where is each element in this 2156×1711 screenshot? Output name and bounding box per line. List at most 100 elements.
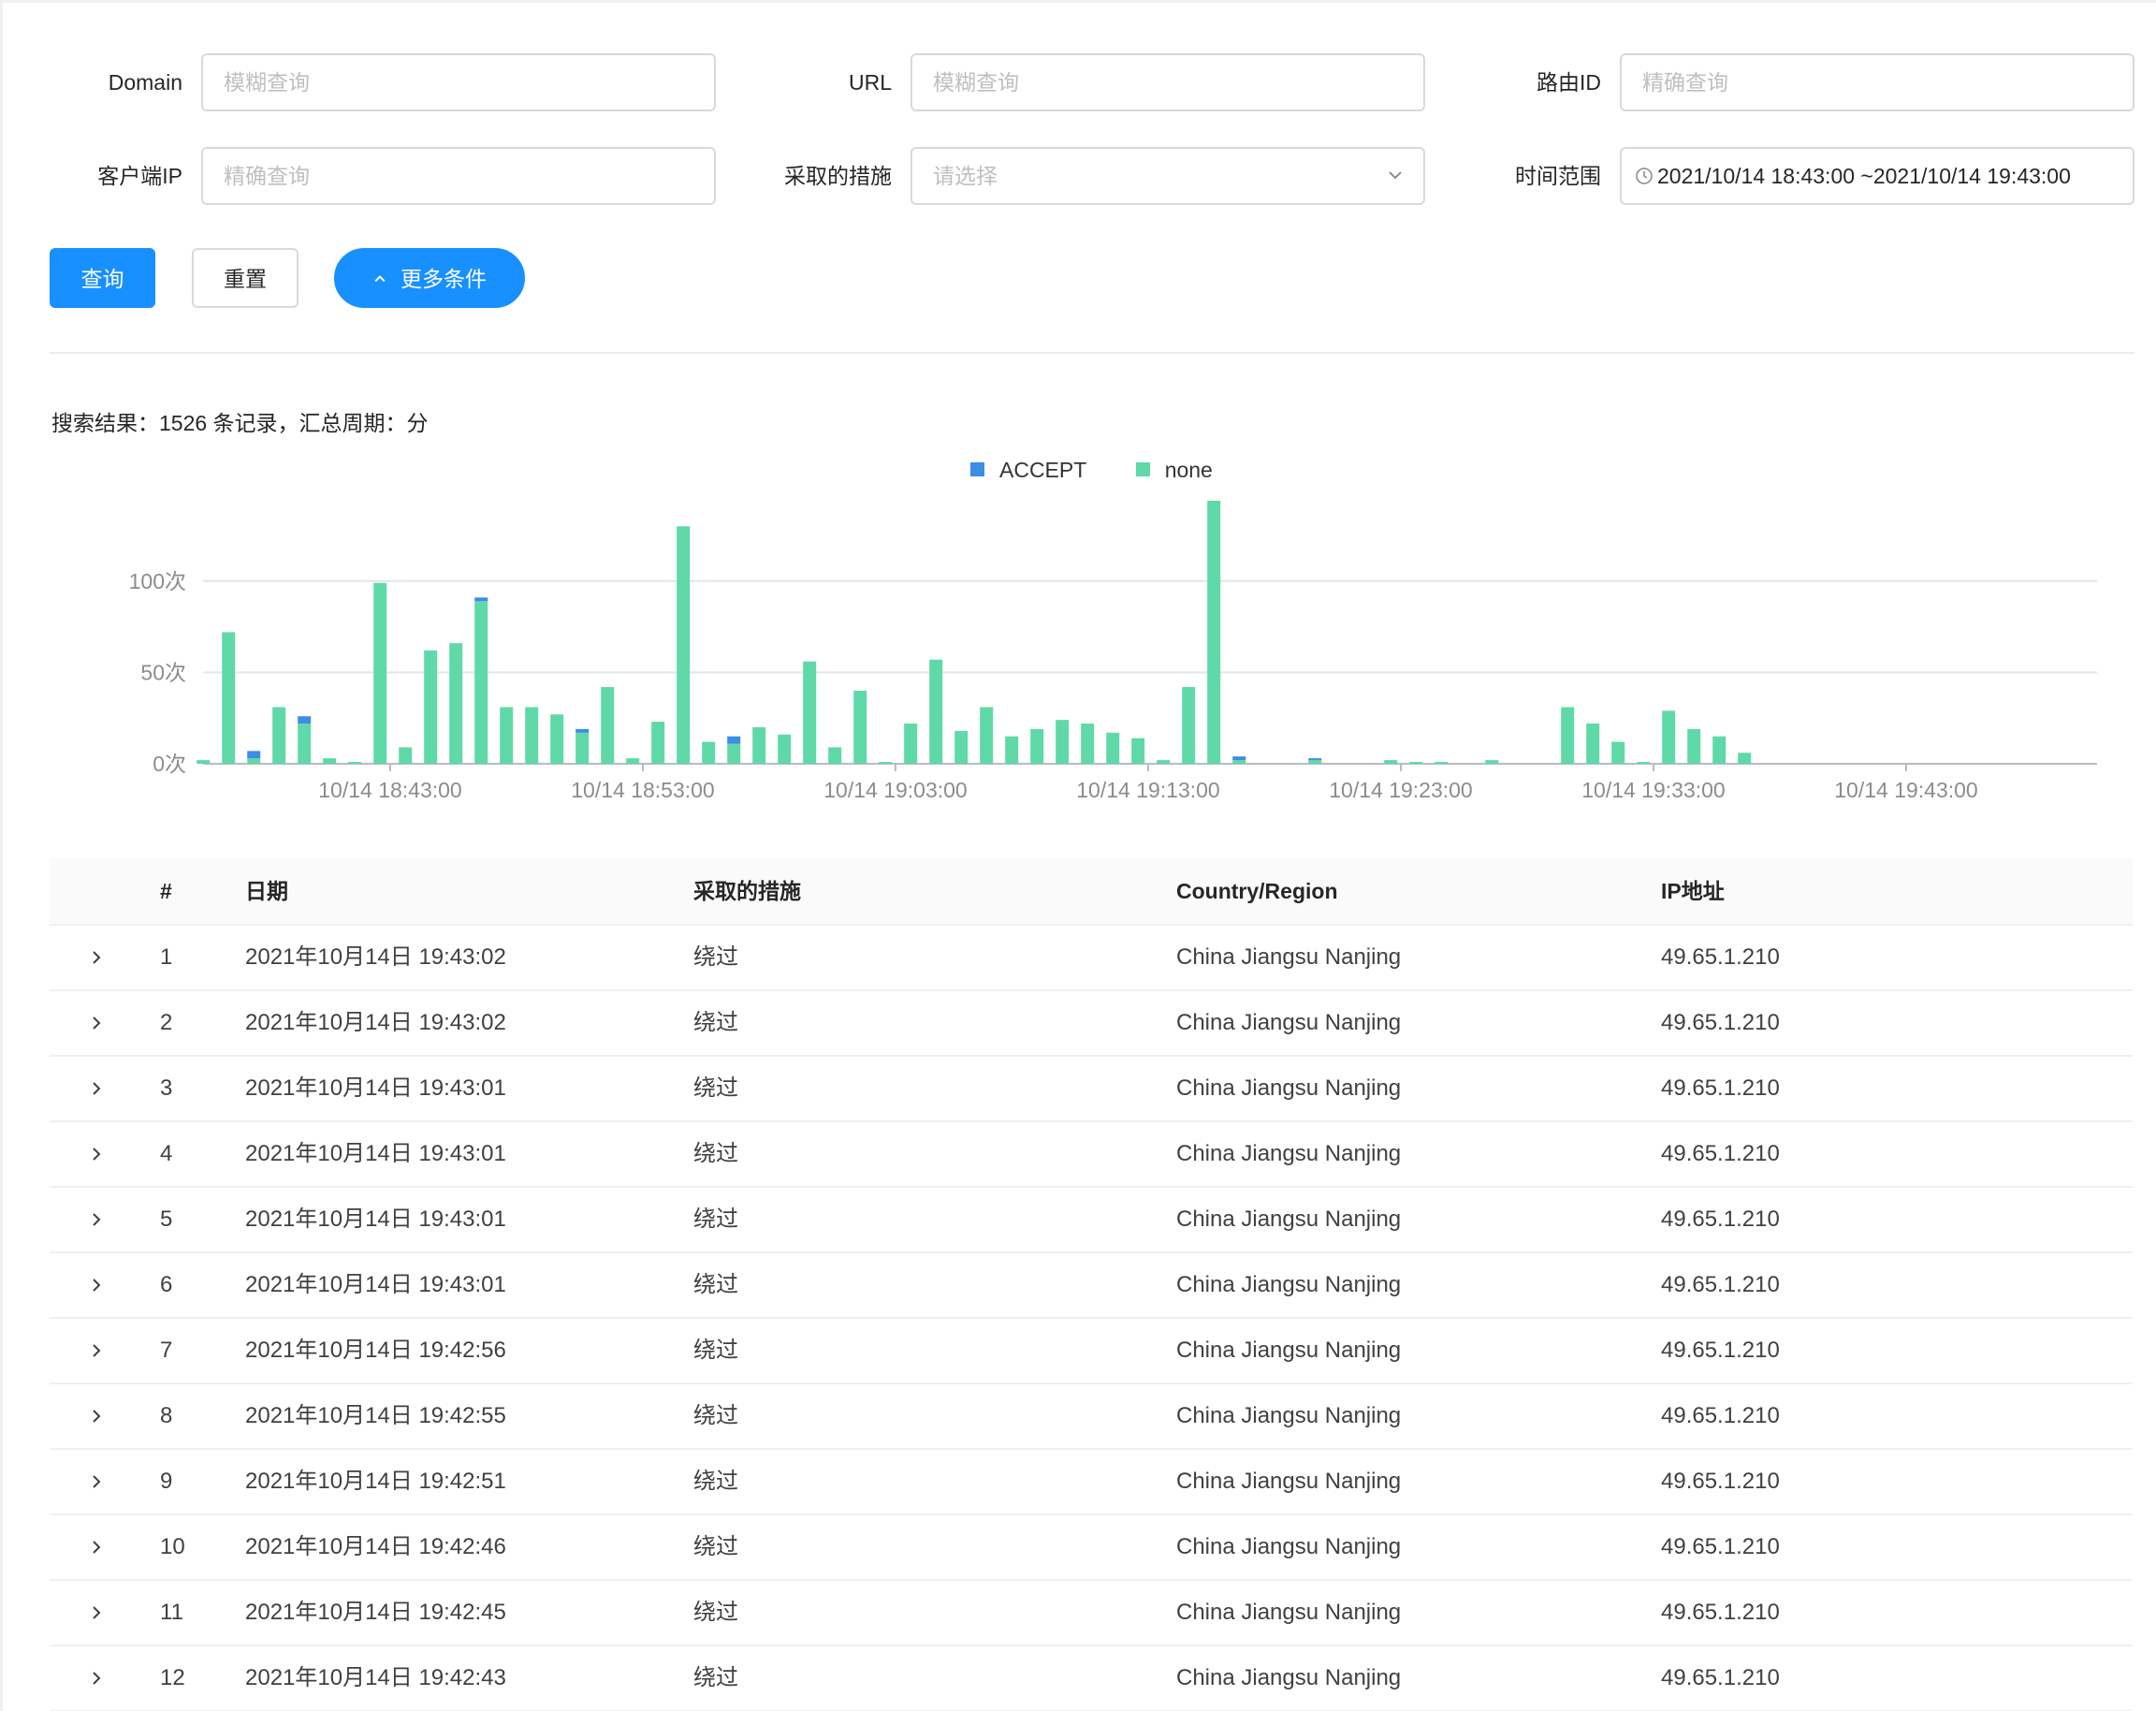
bar-accept[interactable] <box>298 716 312 724</box>
bar-none[interactable] <box>348 762 362 764</box>
bar-accept[interactable] <box>1232 756 1246 761</box>
bar-none[interactable] <box>399 747 413 764</box>
bar-none[interactable] <box>449 643 463 764</box>
bar-none[interactable] <box>778 734 792 764</box>
chevron-right-icon[interactable] <box>87 1407 106 1426</box>
bar-none[interactable] <box>677 526 691 764</box>
bar-none[interactable] <box>651 722 665 764</box>
url-input[interactable]: 模糊查询 <box>910 53 1425 111</box>
time-range-picker[interactable]: 2021/10/14 18:43:00 ~2021/10/14 19:43:00 <box>1620 147 2134 205</box>
bar-none[interactable] <box>1081 724 1095 764</box>
bar-none[interactable] <box>601 687 615 764</box>
reset-button[interactable]: 重置 <box>192 248 299 308</box>
bar-none[interactable] <box>424 650 438 764</box>
chevron-right-icon[interactable] <box>87 1079 106 1098</box>
bar-none[interactable] <box>1435 762 1449 764</box>
bar-none[interactable] <box>626 758 640 764</box>
table-row[interactable]: 12 2021年10月14日 19:42:43 绕过 China Jiangsu Na… <box>50 1646 2133 1711</box>
bar-none[interactable] <box>1232 760 1246 764</box>
bar-none[interactable] <box>525 707 539 764</box>
bar-none[interactable] <box>272 707 286 764</box>
bar-none[interactable] <box>1056 720 1070 764</box>
section-divider <box>50 352 2134 354</box>
bar-accept[interactable] <box>247 751 261 759</box>
bar-none[interactable] <box>1182 687 1196 764</box>
bar-none[interactable] <box>575 732 590 764</box>
table-row[interactable]: 4 2021年10月14日 19:43:01 绕过 China Jiangsu Nan… <box>50 1122 2133 1188</box>
table-row[interactable]: 11 2021年10月14日 19:42:45 绕过 China Jiangsu Na… <box>50 1581 2133 1646</box>
chevron-right-icon[interactable] <box>87 1603 106 1622</box>
bar-none[interactable] <box>1738 753 1752 764</box>
bar-accept[interactable] <box>474 597 488 602</box>
table-row[interactable]: 1 2021年10月14日 19:43:02 绕过 China Jiangsu Nan… <box>50 926 2133 991</box>
bar-accept[interactable] <box>1308 758 1322 761</box>
bar-accept[interactable] <box>575 728 590 733</box>
chevron-right-icon[interactable] <box>87 1341 106 1360</box>
header-region: Country/Region <box>1176 879 1338 903</box>
table-row[interactable]: 6 2021年10月14日 19:43:01 绕过 China Jiangsu Nan… <box>50 1253 2133 1319</box>
bar-none[interactable] <box>853 690 867 764</box>
bar-none[interactable] <box>803 661 817 764</box>
bar-none[interactable] <box>1207 500 1221 764</box>
bar-none[interactable] <box>879 762 893 764</box>
table-row[interactable]: 5 2021年10月14日 19:43:01 绕过 China Jiangsu Nan… <box>50 1188 2133 1253</box>
bar-none[interactable] <box>1131 738 1145 764</box>
bar-none[interactable] <box>298 724 312 764</box>
row-region: China Jiangsu Nanjing <box>1176 1141 1402 1166</box>
bar-none[interactable] <box>1485 760 1499 764</box>
bar-none[interactable] <box>323 758 337 764</box>
bar-none[interactable] <box>500 707 514 764</box>
chevron-right-icon[interactable] <box>87 1210 106 1229</box>
time-range-label: 时间范围 <box>1515 164 1601 188</box>
bar-none[interactable] <box>197 760 211 764</box>
chevron-right-icon[interactable] <box>87 1472 106 1491</box>
chevron-right-icon[interactable] <box>87 1276 106 1294</box>
bar-none[interactable] <box>1561 707 1575 764</box>
bar-none[interactable] <box>222 632 236 764</box>
domain-input[interactable]: 模糊查询 <box>201 53 716 111</box>
table-row[interactable]: 10 2021年10月14日 19:42:46 绕过 China Jiangsu Na… <box>50 1515 2133 1581</box>
bar-none[interactable] <box>474 601 488 764</box>
bar-none[interactable] <box>1662 710 1676 764</box>
search-button[interactable]: 查询 <box>50 248 155 308</box>
bar-none[interactable] <box>904 724 918 764</box>
chevron-right-icon[interactable] <box>87 1014 106 1032</box>
route-id-input[interactable]: 精确查询 <box>1620 53 2134 111</box>
bar-none[interactable] <box>247 758 261 764</box>
table-row[interactable]: 2 2021年10月14日 19:43:02 绕过 China Jiangsu Nan… <box>50 991 2133 1057</box>
chevron-right-icon[interactable] <box>87 1538 106 1557</box>
table-row[interactable]: 9 2021年10月14日 19:42:51 绕过 China Jiangsu Nan… <box>50 1450 2133 1515</box>
table-row[interactable]: 3 2021年10月14日 19:43:01 绕过 China Jiangsu Nan… <box>50 1057 2133 1122</box>
bar-none[interactable] <box>1030 728 1044 764</box>
bar-none[interactable] <box>1005 736 1019 764</box>
bar-none[interactable] <box>828 747 842 764</box>
bar-none[interactable] <box>1611 741 1625 764</box>
bar-none[interactable] <box>1384 760 1398 764</box>
bar-none[interactable] <box>1586 724 1600 764</box>
bar-none[interactable] <box>550 714 564 764</box>
row-index: 9 <box>160 1469 173 1494</box>
bar-none[interactable] <box>1712 736 1726 764</box>
chevron-right-icon[interactable] <box>87 1669 106 1688</box>
chevron-right-icon[interactable] <box>87 948 106 967</box>
bar-none[interactable] <box>727 743 741 764</box>
bar-none[interactable] <box>373 582 387 764</box>
bar-none[interactable] <box>954 730 969 764</box>
action-select[interactable]: 请选择 <box>910 147 1425 205</box>
bar-none[interactable] <box>1637 762 1651 764</box>
bar-accept[interactable] <box>727 736 741 744</box>
more-conditions-button[interactable]: 更多条件 <box>334 248 525 308</box>
chevron-right-icon[interactable] <box>87 1145 106 1163</box>
bar-none[interactable] <box>980 707 994 764</box>
bar-none[interactable] <box>702 741 716 764</box>
bar-none[interactable] <box>1157 760 1171 764</box>
bar-none[interactable] <box>929 659 943 764</box>
bar-none[interactable] <box>1106 732 1120 764</box>
table-row[interactable]: 7 2021年10月14日 19:42:56 绕过 China Jiangsu Nan… <box>50 1319 2133 1384</box>
bar-none[interactable] <box>1409 762 1423 764</box>
client-ip-input[interactable]: 精确查询 <box>201 147 716 205</box>
bar-none[interactable] <box>752 726 766 764</box>
table-row[interactable]: 8 2021年10月14日 19:42:55 绕过 China Jiangsu Nan… <box>50 1384 2133 1450</box>
bar-none[interactable] <box>1308 760 1322 764</box>
bar-none[interactable] <box>1687 728 1701 764</box>
